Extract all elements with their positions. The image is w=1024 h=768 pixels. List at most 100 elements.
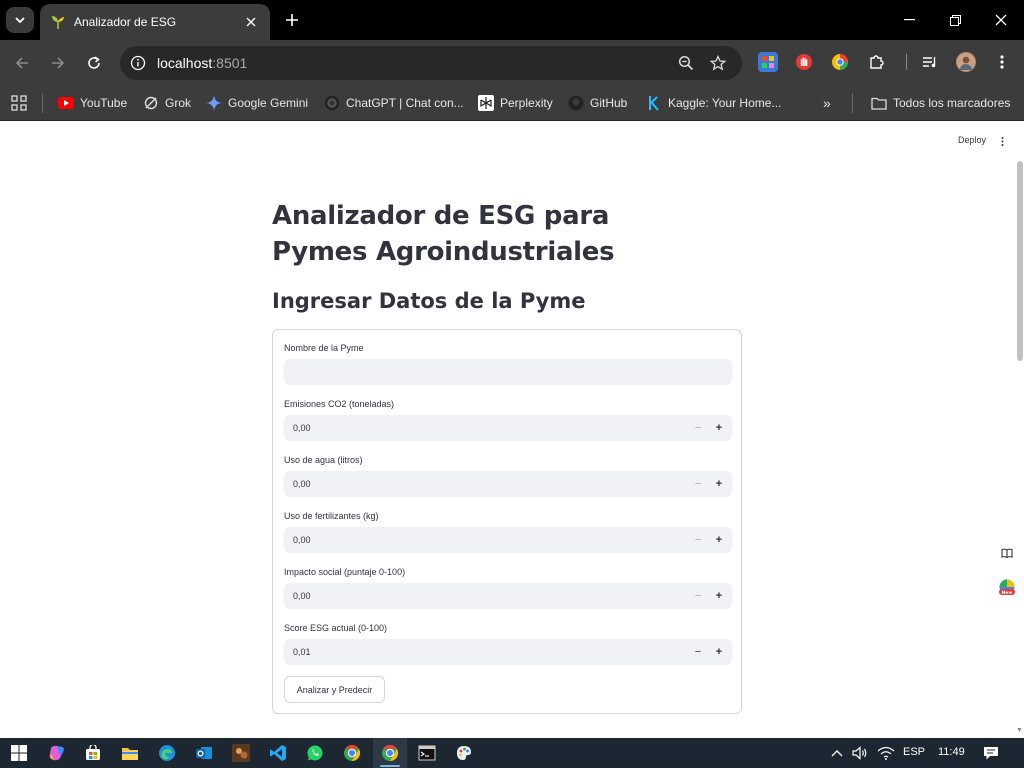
bookmark-gemini[interactable]: Google Gemini <box>206 93 308 113</box>
pyme-form: Nombre de la Pyme Emisiones CO2 (tonelad… <box>272 329 742 714</box>
chrome-active-icon[interactable] <box>379 743 401 763</box>
windows-start-icon[interactable] <box>8 743 30 763</box>
extension-color-icon[interactable] <box>830 52 850 72</box>
tab-bar: Analizador de ESG <box>0 0 1024 40</box>
clock-time[interactable]: 11:49 <box>938 746 965 758</box>
wifi-icon[interactable] <box>875 743 897 763</box>
zoom-icon[interactable] <box>677 54 695 72</box>
browser-menu-icon[interactable] <box>992 52 1012 72</box>
url-text: localhost:8501 <box>157 55 248 71</box>
perplexity-icon <box>478 95 494 111</box>
chevron-up-icon[interactable] <box>826 743 848 763</box>
agua-increment-button[interactable]: + <box>709 474 729 494</box>
bookmarks-bar: YouTube Grok Google Gemini ChatGPT | Cha… <box>0 85 1024 121</box>
score-esg-decrement-button[interactable]: − <box>688 642 708 662</box>
tab-title: Analizador de ESG <box>74 15 177 29</box>
agua-decrement-button[interactable]: − <box>688 474 708 494</box>
bookmark-youtube[interactable]: YouTube <box>58 93 127 113</box>
volume-icon[interactable] <box>849 743 871 763</box>
fertilizantes-value: 0,00 <box>293 535 311 545</box>
fertilizantes-input[interactable]: 0,00 − + <box>284 527 732 553</box>
agua-input[interactable]: 0,00 − + <box>284 471 732 497</box>
copilot-icon[interactable] <box>46 743 68 763</box>
field-label-impacto-social: Impacto social (puntaje 0-100) <box>284 567 406 577</box>
nombre-input[interactable] <box>284 359 732 385</box>
terminal-icon[interactable] <box>416 743 438 763</box>
bookmark-chatgpt[interactable]: ChatGPT | Chat con... <box>324 93 464 113</box>
reload-button[interactable] <box>81 50 107 76</box>
deploy-button[interactable]: Deploy <box>958 135 986 145</box>
site-info-icon[interactable] <box>129 54 147 72</box>
streamlit-favicon-icon <box>50 14 66 30</box>
active-app-indicator <box>380 765 400 767</box>
field-label-emisiones: Emisiones CO2 (toneladas) <box>284 399 395 409</box>
emisiones-input[interactable]: 0,00 − + <box>284 415 732 441</box>
section-title: Ingresar Datos de la Pyme <box>272 289 586 313</box>
bookmark-star-icon[interactable] <box>709 54 727 72</box>
game-app-icon[interactable] <box>230 743 252 763</box>
page-title: Analizador de ESG para Pymes Agroindustr… <box>272 201 615 267</box>
scrollbar-thumb[interactable] <box>1017 161 1023 361</box>
impacto-social-value: 0,00 <box>293 591 311 601</box>
minimize-button[interactable] <box>886 0 932 40</box>
restore-icon <box>949 14 961 26</box>
edge-icon[interactable] <box>156 743 178 763</box>
impacto-social-increment-button[interactable]: + <box>709 586 729 606</box>
reader-mode-icon[interactable] <box>997 543 1017 563</box>
fertilizantes-decrement-button[interactable]: − <box>688 530 708 550</box>
bookmark-perplexity[interactable]: Perplexity <box>478 93 553 113</box>
browser-toolbar: localhost:8501 <box>0 40 1024 85</box>
minimize-icon <box>903 19 915 21</box>
kaggle-icon <box>646 95 662 111</box>
scroll-down-arrow-icon[interactable]: ▼ <box>1016 727 1023 734</box>
fertilizantes-increment-button[interactable]: + <box>709 530 729 550</box>
bookmark-github[interactable]: GitHub <box>568 93 627 113</box>
close-window-button[interactable] <box>978 0 1024 40</box>
bookmark-kaggle[interactable]: Kaggle: Your Home... <box>646 93 781 113</box>
notifications-icon[interactable] <box>980 743 1002 763</box>
new-feature-badge-icon[interactable]: New <box>997 578 1017 598</box>
apps-grid-icon[interactable] <box>11 93 27 113</box>
back-button[interactable] <box>9 50 35 76</box>
close-icon <box>995 14 1007 26</box>
store-icon[interactable] <box>82 743 104 763</box>
field-label-nombre: Nombre de la Pyme <box>284 343 364 353</box>
app-menu-icon[interactable] <box>997 134 1007 148</box>
media-control-icon[interactable] <box>920 52 940 72</box>
analizar-predecir-button[interactable]: Analizar y Predecir <box>284 676 385 703</box>
impacto-social-decrement-button[interactable]: − <box>688 586 708 606</box>
more-bookmarks-button[interactable]: » <box>823 93 831 113</box>
reload-icon <box>88 56 100 69</box>
close-tab-icon[interactable] <box>242 13 260 31</box>
tab-search-button[interactable] <box>6 7 34 33</box>
emisiones-increment-button[interactable]: + <box>709 418 729 438</box>
file-explorer-icon[interactable] <box>119 743 141 763</box>
input-language-indicator[interactable]: ESP <box>903 746 925 758</box>
new-tab-button[interactable] <box>280 9 304 31</box>
field-label-fertilizantes: Uso de fertilizantes (kg) <box>284 511 379 521</box>
profile-avatar-icon[interactable] <box>956 52 976 72</box>
active-tab[interactable]: Analizador de ESG <box>40 4 270 40</box>
extension-hand-icon[interactable] <box>794 52 814 72</box>
score-esg-increment-button[interactable]: + <box>709 642 729 662</box>
plus-icon <box>286 14 298 26</box>
page-scrollbar[interactable] <box>1016 161 1024 733</box>
vscode-icon[interactable] <box>267 743 289 763</box>
impacto-social-input[interactable]: 0,00 − + <box>284 583 732 609</box>
score-esg-value: 0,01 <box>293 647 311 657</box>
svg-text:New: New <box>1002 590 1013 596</box>
extensions-puzzle-icon[interactable] <box>866 52 886 72</box>
emisiones-decrement-button[interactable]: − <box>688 418 708 438</box>
forward-button[interactable] <box>45 50 71 76</box>
score-esg-input[interactable]: 0,01 − + <box>284 639 732 665</box>
bookmark-grok[interactable]: Grok <box>143 93 191 113</box>
paint-icon[interactable] <box>453 743 475 763</box>
address-bar[interactable]: localhost:8501 <box>120 46 742 80</box>
whatsapp-icon[interactable] <box>304 743 326 763</box>
all-bookmarks-folder[interactable]: Todos los marcadores <box>871 93 1010 113</box>
emisiones-value: 0,00 <box>293 423 311 433</box>
outlook-icon[interactable] <box>193 743 215 763</box>
restore-button[interactable] <box>932 0 978 40</box>
chrome-icon[interactable] <box>341 743 363 763</box>
extension-grid-icon[interactable] <box>758 52 778 72</box>
